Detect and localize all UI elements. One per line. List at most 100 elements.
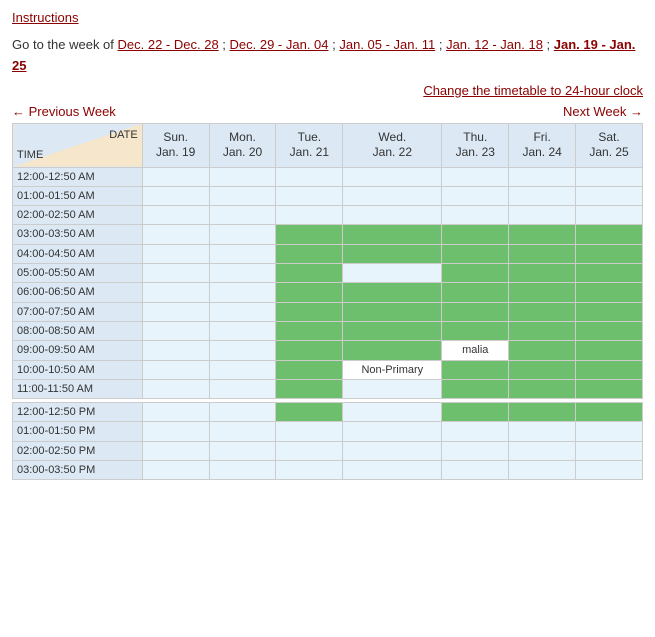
schedule-cell[interactable] xyxy=(142,264,209,283)
time-cell[interactable]: 06:00-06:50 AM xyxy=(13,283,143,302)
schedule-cell[interactable] xyxy=(276,441,343,460)
schedule-cell[interactable] xyxy=(209,225,276,244)
time-cell[interactable]: 01:00-01:50 PM xyxy=(13,422,143,441)
time-cell[interactable]: 10:00-10:50 AM xyxy=(13,360,143,379)
schedule-cell[interactable] xyxy=(142,321,209,340)
schedule-cell[interactable] xyxy=(576,264,643,283)
schedule-cell[interactable] xyxy=(576,283,643,302)
schedule-cell[interactable] xyxy=(509,321,576,340)
schedule-cell[interactable] xyxy=(442,360,509,379)
schedule-cell[interactable] xyxy=(209,283,276,302)
schedule-cell[interactable] xyxy=(343,167,442,186)
schedule-cell[interactable] xyxy=(576,441,643,460)
schedule-cell[interactable] xyxy=(276,321,343,340)
prev-week-link[interactable]: ← Previous Week xyxy=(12,104,116,119)
time-cell[interactable]: 01:00-01:50 AM xyxy=(13,186,143,205)
schedule-cell[interactable] xyxy=(276,283,343,302)
schedule-cell[interactable] xyxy=(209,360,276,379)
schedule-cell[interactable] xyxy=(509,441,576,460)
schedule-cell[interactable] xyxy=(442,283,509,302)
schedule-cell[interactable] xyxy=(509,283,576,302)
schedule-cell[interactable] xyxy=(276,341,343,360)
schedule-cell[interactable] xyxy=(209,302,276,321)
schedule-cell[interactable] xyxy=(276,206,343,225)
schedule-cell[interactable] xyxy=(142,422,209,441)
schedule-cell[interactable] xyxy=(576,167,643,186)
schedule-cell[interactable] xyxy=(276,461,343,480)
time-cell[interactable]: 12:00-12:50 PM xyxy=(13,403,143,422)
schedule-cell[interactable]: malia xyxy=(442,341,509,360)
schedule-cell[interactable] xyxy=(343,461,442,480)
schedule-cell[interactable] xyxy=(276,167,343,186)
schedule-cell[interactable]: Non-Primary xyxy=(343,360,442,379)
schedule-cell[interactable] xyxy=(509,186,576,205)
schedule-cell[interactable] xyxy=(209,341,276,360)
schedule-cell[interactable] xyxy=(142,244,209,263)
time-cell[interactable]: 04:00-04:50 AM xyxy=(13,244,143,263)
schedule-cell[interactable] xyxy=(142,206,209,225)
schedule-cell[interactable] xyxy=(209,379,276,398)
time-cell[interactable]: 11:00-11:50 AM xyxy=(13,379,143,398)
time-cell[interactable]: 08:00-08:50 AM xyxy=(13,321,143,340)
schedule-cell[interactable] xyxy=(442,264,509,283)
schedule-cell[interactable] xyxy=(576,321,643,340)
schedule-cell[interactable] xyxy=(343,206,442,225)
schedule-cell[interactable] xyxy=(576,341,643,360)
time-cell[interactable]: 03:00-03:50 PM xyxy=(13,461,143,480)
schedule-cell[interactable] xyxy=(209,321,276,340)
schedule-cell[interactable] xyxy=(442,244,509,263)
schedule-cell[interactable] xyxy=(442,302,509,321)
schedule-cell[interactable] xyxy=(142,379,209,398)
schedule-cell[interactable] xyxy=(343,379,442,398)
schedule-cell[interactable] xyxy=(343,264,442,283)
schedule-cell[interactable] xyxy=(509,461,576,480)
schedule-cell[interactable] xyxy=(343,441,442,460)
schedule-cell[interactable] xyxy=(343,302,442,321)
schedule-cell[interactable] xyxy=(442,206,509,225)
schedule-cell[interactable] xyxy=(209,461,276,480)
schedule-cell[interactable] xyxy=(576,225,643,244)
schedule-cell[interactable] xyxy=(276,186,343,205)
schedule-cell[interactable] xyxy=(142,225,209,244)
schedule-cell[interactable] xyxy=(209,441,276,460)
schedule-cell[interactable] xyxy=(509,206,576,225)
schedule-cell[interactable] xyxy=(276,403,343,422)
schedule-cell[interactable] xyxy=(276,379,343,398)
schedule-cell[interactable] xyxy=(509,422,576,441)
schedule-cell[interactable] xyxy=(576,461,643,480)
schedule-cell[interactable] xyxy=(276,225,343,244)
schedule-cell[interactable] xyxy=(509,360,576,379)
schedule-cell[interactable] xyxy=(442,422,509,441)
schedule-cell[interactable] xyxy=(209,264,276,283)
schedule-cell[interactable] xyxy=(142,461,209,480)
schedule-cell[interactable] xyxy=(343,244,442,263)
schedule-cell[interactable] xyxy=(276,264,343,283)
time-cell[interactable]: 03:00-03:50 AM xyxy=(13,225,143,244)
schedule-cell[interactable] xyxy=(576,244,643,263)
schedule-cell[interactable] xyxy=(442,321,509,340)
schedule-cell[interactable] xyxy=(576,379,643,398)
week-link-1[interactable]: Dec. 22 - Dec. 28 xyxy=(118,37,219,52)
week-link-3[interactable]: Jan. 05 - Jan. 11 xyxy=(339,37,435,52)
schedule-cell[interactable] xyxy=(576,302,643,321)
schedule-cell[interactable] xyxy=(442,186,509,205)
time-cell[interactable]: 05:00-05:50 AM xyxy=(13,264,143,283)
schedule-cell[interactable] xyxy=(442,461,509,480)
schedule-cell[interactable] xyxy=(142,283,209,302)
schedule-cell[interactable] xyxy=(209,422,276,441)
schedule-cell[interactable] xyxy=(142,302,209,321)
schedule-cell[interactable] xyxy=(343,422,442,441)
schedule-cell[interactable] xyxy=(343,341,442,360)
schedule-cell[interactable] xyxy=(209,186,276,205)
week-link-2[interactable]: Dec. 29 - Jan. 04 xyxy=(230,37,329,52)
schedule-cell[interactable] xyxy=(209,167,276,186)
schedule-cell[interactable] xyxy=(343,283,442,302)
schedule-cell[interactable] xyxy=(509,264,576,283)
time-cell[interactable]: 07:00-07:50 AM xyxy=(13,302,143,321)
time-cell[interactable]: 02:00-02:50 PM xyxy=(13,441,143,460)
schedule-cell[interactable] xyxy=(142,360,209,379)
schedule-cell[interactable] xyxy=(142,167,209,186)
time-cell[interactable]: 09:00-09:50 AM xyxy=(13,341,143,360)
time-cell[interactable]: 02:00-02:50 AM xyxy=(13,206,143,225)
schedule-cell[interactable] xyxy=(442,441,509,460)
